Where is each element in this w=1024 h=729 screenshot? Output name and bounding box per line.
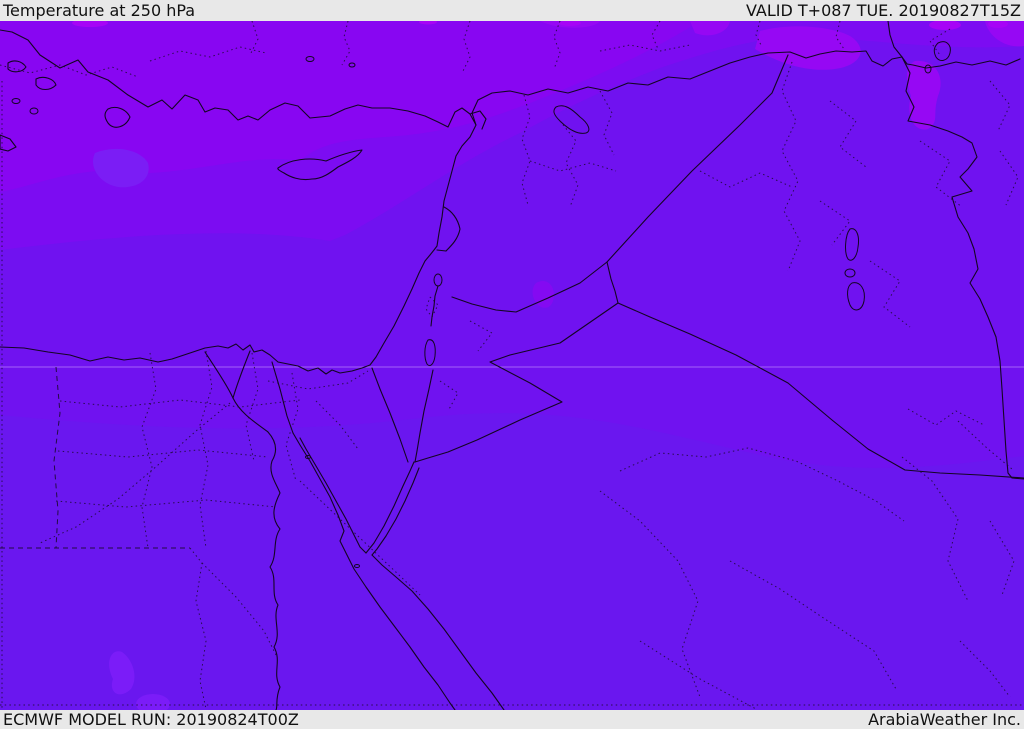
header-bar: Temperature at 250 hPa VALID T+087 TUE. … [0,0,1024,21]
map-title: Temperature at 250 hPa [3,1,196,20]
model-run-label: ECMWF MODEL RUN: 20190824T00Z [3,710,299,729]
map-area [0,21,1024,710]
temperature-map-canvas [0,21,1024,710]
footer-bar: ECMWF MODEL RUN: 20190824T00Z ArabiaWeat… [0,710,1024,729]
provider-label: ArabiaWeather Inc. [868,710,1021,729]
weather-map-page: Temperature at 250 hPa VALID T+087 TUE. … [0,0,1024,729]
temperature-fills [0,21,1024,710]
valid-time-label: VALID T+087 TUE. 20190827T15Z [745,1,1021,20]
